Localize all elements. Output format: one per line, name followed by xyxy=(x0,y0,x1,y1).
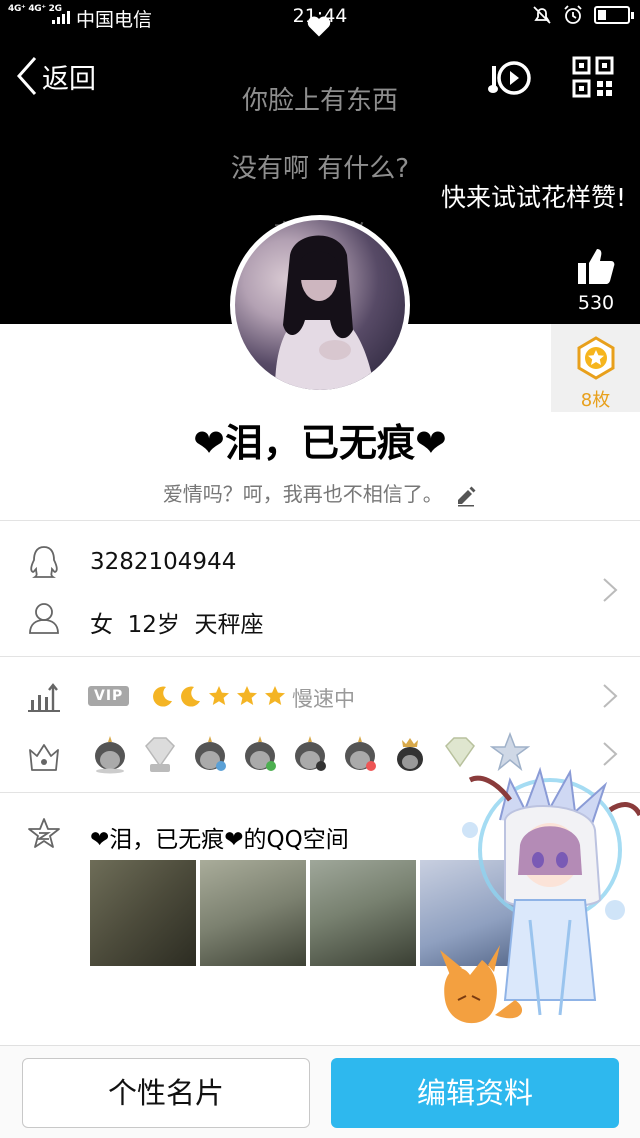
personal-card-button[interactable]: 个性名片 xyxy=(22,1058,310,1128)
qq-number: 3282104944 xyxy=(90,549,237,575)
chevron-right-icon[interactable] xyxy=(600,682,620,710)
avatar-photo xyxy=(275,235,375,390)
lyric-line-1: 你脸上有东西 xyxy=(241,86,398,116)
nickname: ❤泪，已无痕❤ xyxy=(193,421,447,465)
like-count: 530 xyxy=(577,292,615,314)
gender: 女 xyxy=(90,612,113,638)
divider xyxy=(0,656,640,657)
bottom-action-bar: 个性名片 编辑资料 xyxy=(0,1045,640,1138)
penguin-icon xyxy=(30,546,58,578)
pencil-icon[interactable] xyxy=(455,485,477,507)
divider xyxy=(0,520,640,521)
qzone-photo[interactable] xyxy=(200,860,306,966)
signature-text: 爱情吗？呵，我再也不相信了。 xyxy=(162,482,443,506)
personal-details: 女 12岁 天秤座 xyxy=(90,605,264,639)
status-bar: 4G⁺ 4G⁺ 2G 中国电信 21:44 xyxy=(0,0,640,37)
star-icon xyxy=(265,686,286,705)
penguin-badge-icon xyxy=(245,736,276,771)
medal-count: 8枚 xyxy=(580,390,611,411)
level-badges: VIP xyxy=(88,684,287,708)
edit-profile-button[interactable]: 编辑资料 xyxy=(331,1058,619,1128)
avatar[interactable] xyxy=(230,215,410,395)
star-icon xyxy=(209,686,230,705)
qzone-photo[interactable] xyxy=(310,860,416,966)
qzone-star-icon xyxy=(28,818,60,848)
mute-bell-icon xyxy=(533,6,551,24)
constellation: 天秤座 xyxy=(194,612,264,638)
medal-star-icon xyxy=(577,336,614,380)
penguin-badge-icon xyxy=(295,736,326,771)
age: 12岁 xyxy=(127,612,180,638)
alarm-icon xyxy=(564,5,582,24)
chevron-right-icon[interactable] xyxy=(600,576,620,604)
person-icon xyxy=(29,603,59,634)
anime-mascot-illustration xyxy=(440,766,640,1024)
crown-icon xyxy=(29,744,59,771)
signature-row[interactable]: 爱情吗？呵，我再也不相信了。 xyxy=(0,478,640,507)
fancy-like-promo[interactable]: 快来试试花样赞! xyxy=(441,178,626,214)
moon-icon xyxy=(153,686,173,707)
qzone-photo[interactable] xyxy=(90,860,196,966)
like-button[interactable]: 530 xyxy=(566,246,626,320)
status-icons xyxy=(532,4,634,26)
penguin-badge-icon xyxy=(95,736,125,774)
heart-icon xyxy=(307,16,331,37)
moon-icon xyxy=(181,686,201,707)
star-icon xyxy=(237,686,258,705)
qzone-title: ❤泪，已无痕❤的QQ空间 xyxy=(90,827,349,853)
diamond-badge-icon xyxy=(145,737,175,772)
penguin-badge-icon xyxy=(345,736,376,771)
thumbs-up-icon xyxy=(578,249,615,284)
medal-wall-button[interactable]: 8枚 xyxy=(551,324,640,412)
battery-icon xyxy=(594,6,634,24)
penguin-badge-icon xyxy=(195,736,226,771)
vip-badge: VIP xyxy=(88,686,130,706)
speed-status: 慢速中 xyxy=(292,687,355,711)
level-chart-icon xyxy=(28,683,60,712)
